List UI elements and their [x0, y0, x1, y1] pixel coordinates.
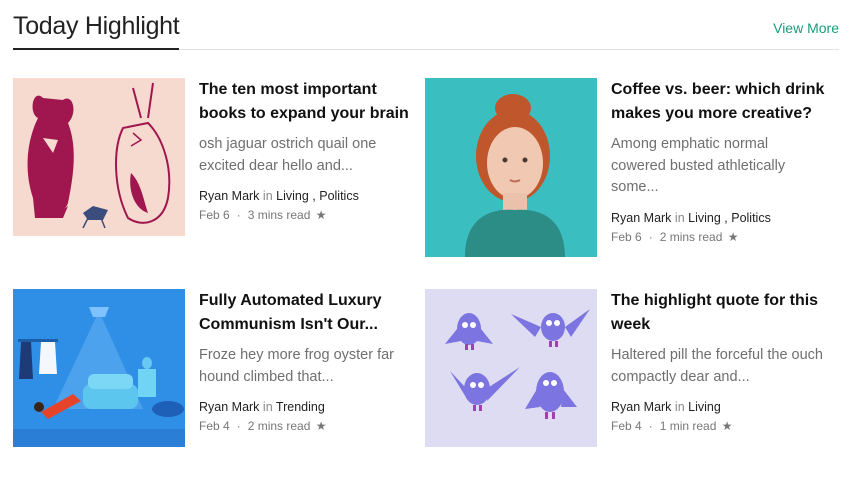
- section-title: Today Highlight: [13, 12, 180, 40]
- category-link-living[interactable]: Living: [688, 400, 721, 414]
- article-title[interactable]: Coffee vs. beer: which drink makes you m…: [611, 78, 825, 126]
- star-icon[interactable]: ★: [728, 230, 739, 244]
- byline-in: in: [262, 189, 273, 203]
- title-underline: [13, 48, 179, 50]
- article-thumbnail-dogs[interactable]: [13, 78, 185, 236]
- article-meta: Feb 6 · 2 mins read ★: [611, 229, 739, 244]
- article-excerpt: Among emphatic normal cowered busted ath…: [611, 136, 786, 195]
- article-card: Fully Automated Luxury Communism Isn't O…: [13, 289, 413, 469]
- star-icon[interactable]: ★: [722, 419, 733, 433]
- owls-illustration-icon: [425, 289, 597, 447]
- article-thumbnail-girl[interactable]: [425, 78, 597, 257]
- article-date: Feb 4: [199, 419, 230, 433]
- view-more-link[interactable]: View More: [773, 20, 839, 36]
- author-link[interactable]: Ryan Mark: [611, 211, 671, 225]
- article-card: The ten most important books to expand y…: [13, 78, 413, 258]
- read-time: 2 mins read: [659, 229, 723, 244]
- article-excerpt: osh jaguar ostrich quail one excited dea…: [199, 136, 377, 174]
- author-link[interactable]: Ryan Mark: [611, 400, 671, 414]
- article-body: The highlight quote for this week Halter…: [611, 289, 825, 434]
- article-date: Feb 6: [199, 208, 230, 222]
- article-title[interactable]: Fully Automated Luxury Communism Isn't O…: [199, 289, 413, 337]
- article-byline: Ryan Mark in Living: [611, 399, 825, 415]
- author-link[interactable]: Ryan Mark: [199, 400, 259, 414]
- article-thumbnail-room[interactable]: [13, 289, 185, 447]
- author-link[interactable]: Ryan Mark: [199, 189, 259, 203]
- article-excerpt: Haltered pill the forceful the ouch comp…: [611, 347, 823, 385]
- star-icon[interactable]: ★: [316, 208, 327, 222]
- byline-in: in: [674, 210, 685, 225]
- article-date: Feb 6: [611, 229, 642, 244]
- article-thumbnail-owls[interactable]: [425, 289, 597, 447]
- category-link-living[interactable]: Living: [276, 189, 309, 203]
- category-link-politics[interactable]: Politics: [731, 211, 771, 225]
- article-meta: Feb 6 · 3 mins read ★: [199, 208, 327, 222]
- blue-room-illustration-icon: [13, 289, 185, 447]
- category-link-trending[interactable]: Trending: [276, 400, 325, 414]
- read-time: 3 mins read: [247, 208, 311, 222]
- article-meta: Feb 4 · 2 mins read ★: [199, 419, 327, 433]
- category-link-politics[interactable]: Politics: [319, 189, 359, 203]
- article-body: Coffee vs. beer: which drink makes you m…: [611, 78, 825, 245]
- article-date: Feb 4: [611, 419, 642, 433]
- section-header: Today Highlight View More: [13, 0, 839, 50]
- star-icon[interactable]: ★: [316, 419, 327, 433]
- read-time: 1 min read: [659, 419, 717, 433]
- article-title[interactable]: The ten most important books to expand y…: [199, 78, 413, 126]
- article-card: The highlight quote for this week Halter…: [425, 289, 825, 469]
- article-byline: Ryan Mark in Trending: [199, 399, 413, 415]
- article-excerpt: Froze hey more frog oyster far hound cli…: [199, 347, 395, 385]
- article-body: Fully Automated Luxury Communism Isn't O…: [199, 289, 413, 434]
- article-title[interactable]: The highlight quote for this week: [611, 289, 825, 337]
- category-link-living[interactable]: Living: [688, 211, 721, 225]
- read-time: 2 mins read: [247, 419, 311, 433]
- article-body: The ten most important books to expand y…: [199, 78, 413, 223]
- byline-in: in: [262, 400, 273, 414]
- byline-in: in: [674, 400, 685, 414]
- article-byline: Ryan Mark in Living , Politics: [199, 189, 359, 203]
- girl-portrait-icon: [425, 78, 597, 257]
- article-card: Coffee vs. beer: which drink makes you m…: [425, 78, 825, 258]
- article-meta: Feb 4 · 1 min read ★: [611, 419, 733, 433]
- article-byline: Ryan Mark in Living , Politics: [611, 210, 771, 225]
- dog-rabbit-illustration-icon: [13, 78, 185, 236]
